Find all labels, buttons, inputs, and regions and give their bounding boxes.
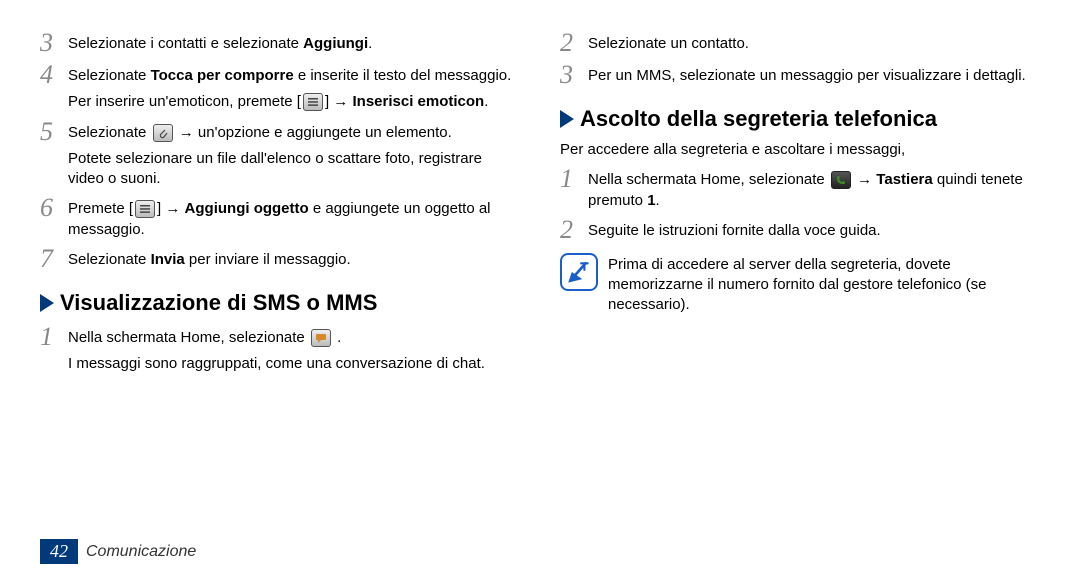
step-number: 1	[40, 324, 64, 350]
section-heading-sms-mms: Visualizzazione di SMS o MMS	[40, 290, 520, 316]
step-text: Selezionate Invia per inviare il messagg…	[68, 246, 520, 270]
step-subtext: Per inserire un'emoticon, premete [] → I…	[68, 92, 520, 112]
note-icon	[560, 253, 598, 291]
page-number: 42	[40, 539, 78, 564]
left-column: 3Selezionate i contatti e selezionate Ag…	[40, 30, 520, 380]
menu-icon	[135, 200, 155, 218]
footer-section: Comunicazione	[86, 543, 196, 561]
section-description: Per accedere alla segreteria e ascoltare…	[560, 140, 1040, 160]
step-number: 6	[40, 195, 64, 221]
right-column: 2Selezionate un contatto.3Per un MMS, se…	[560, 30, 1040, 380]
step-text: Nella schermata Home, selezionate → Tast…	[588, 166, 1040, 211]
step: 3Per un MMS, selezionate un messaggio pe…	[560, 62, 1040, 88]
phone-icon	[831, 171, 851, 189]
step: 1Nella schermata Home, selezionate .I me…	[40, 324, 520, 375]
step-text: Selezionate → un'opzione e aggiungete un…	[68, 119, 520, 190]
step-text: Selezionate i contatti e selezionate Agg…	[68, 30, 520, 54]
step-text: Seguite le istruzioni fornite dalla voce…	[588, 217, 1040, 241]
step-number: 3	[560, 62, 584, 88]
step-list: 2Selezionate un contatto.3Per un MMS, se…	[560, 30, 1040, 88]
step-text: Selezionate un contatto.	[588, 30, 1040, 54]
note-text: Prima di accedere al server della segret…	[608, 253, 1040, 316]
step-list: 1Nella schermata Home, selezionate → Tas…	[560, 166, 1040, 243]
page-footer: 42 Comunicazione	[40, 539, 196, 564]
step: 7Selezionate Invia per inviare il messag…	[40, 246, 520, 272]
chevron-right-icon	[560, 110, 574, 128]
chevron-right-icon	[40, 294, 54, 312]
step-list: 3Selezionate i contatti e selezionate Ag…	[40, 30, 520, 272]
step: 5Selezionate → un'opzione e aggiungete u…	[40, 119, 520, 190]
heading-text: Ascolto della segreteria telefonica	[580, 106, 937, 132]
step-number: 1	[560, 166, 584, 192]
step-subtext: I messaggi sono raggruppati, come una co…	[68, 354, 520, 374]
step-text: Selezionate Tocca per comporre e inserit…	[68, 62, 520, 113]
step-text: Per un MMS, selezionate un messaggio per…	[588, 62, 1040, 86]
step-list: 1Nella schermata Home, selezionate .I me…	[40, 324, 520, 375]
step: 2Selezionate un contatto.	[560, 30, 1040, 56]
step-text: Nella schermata Home, selezionate .I mes…	[68, 324, 520, 375]
step: 4Selezionate Tocca per comporre e inseri…	[40, 62, 520, 113]
step-subtext: Potete selezionare un file dall'elenco o…	[68, 149, 520, 190]
step-text: Premete [] → Aggiungi oggetto e aggiunge…	[68, 195, 520, 240]
step-number: 2	[560, 30, 584, 56]
step: 1Nella schermata Home, selezionate → Tas…	[560, 166, 1040, 211]
step-number: 4	[40, 62, 64, 88]
step-number: 5	[40, 119, 64, 145]
attach-icon	[153, 124, 173, 142]
step: 2Seguite le istruzioni fornite dalla voc…	[560, 217, 1040, 243]
menu-icon	[303, 93, 323, 111]
step: 3Selezionate i contatti e selezionate Ag…	[40, 30, 520, 56]
heading-text: Visualizzazione di SMS o MMS	[60, 290, 377, 316]
step: 6Premete [] → Aggiungi oggetto e aggiung…	[40, 195, 520, 240]
step-number: 7	[40, 246, 64, 272]
step-number: 2	[560, 217, 584, 243]
note: Prima di accedere al server della segret…	[560, 253, 1040, 316]
step-number: 3	[40, 30, 64, 56]
section-heading-voicemail: Ascolto della segreteria telefonica	[560, 106, 1040, 132]
messages-icon	[311, 329, 331, 347]
